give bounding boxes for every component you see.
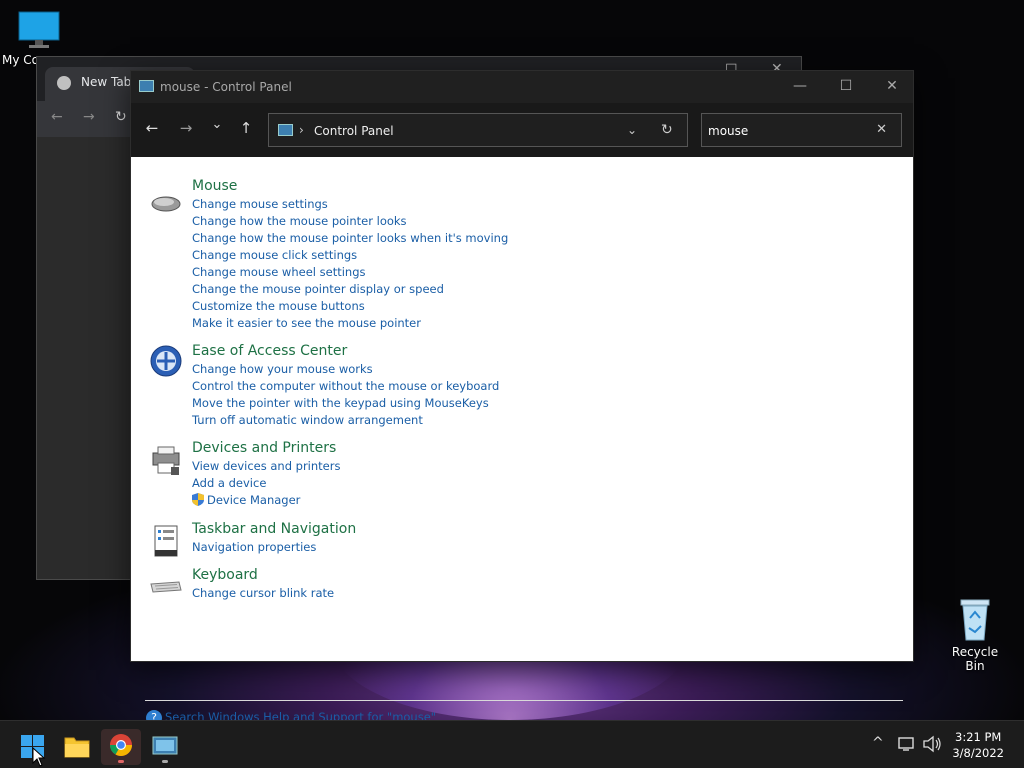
running-indicator: [118, 760, 124, 763]
printer-icon: [152, 446, 180, 475]
group-title[interactable]: Devices and Printers: [192, 440, 336, 456]
group-title[interactable]: Taskbar and Navigation: [192, 521, 356, 537]
result-link[interactable]: Change cursor blink rate: [192, 586, 334, 600]
group-title[interactable]: Ease of Access Center: [192, 343, 347, 359]
result-link[interactable]: Change how the mouse pointer looks: [192, 214, 407, 228]
address-control-panel-icon: [278, 124, 293, 136]
result-link[interactable]: Turn off automatic window arrangement: [192, 413, 423, 427]
breadcrumb-control-panel[interactable]: Control Panel: [314, 124, 394, 138]
taskbar-icon: [154, 525, 178, 557]
close-button[interactable]: ✕: [869, 71, 915, 103]
ease-of-access-icon: [150, 345, 182, 377]
monitor-icon: [18, 11, 60, 48]
recent-locations-button[interactable]: ⌄: [206, 117, 228, 132]
network-icon[interactable]: [898, 736, 916, 752]
taskbar: ^ 3:21 PM 3/8/2022: [0, 720, 1024, 768]
running-indicator: [162, 760, 168, 763]
volume-icon[interactable]: [922, 735, 942, 753]
recycle-bin-icon: [960, 599, 990, 641]
chrome-tab-title: New Tab: [81, 75, 132, 89]
chrome-tab-favicon-icon: [57, 76, 71, 90]
taskbar-chrome[interactable]: [101, 729, 141, 765]
result-link[interactable]: Add a device: [192, 476, 266, 490]
forward-button[interactable]: →: [175, 119, 197, 137]
result-link[interactable]: Change how the mouse pointer looks when …: [192, 231, 508, 245]
minimize-button[interactable]: —: [777, 71, 823, 103]
search-input[interactable]: mouse: [708, 124, 748, 138]
result-link[interactable]: Navigation properties: [192, 540, 316, 554]
result-link-label: Device Manager: [207, 493, 301, 507]
show-hidden-icons-button[interactable]: ^: [872, 735, 884, 751]
divider: [145, 700, 903, 701]
group-title[interactable]: Keyboard: [192, 567, 258, 583]
chrome-back-icon[interactable]: ←: [51, 109, 63, 125]
group-title[interactable]: Mouse: [192, 178, 237, 194]
result-link[interactable]: Control the computer without the mouse o…: [192, 379, 499, 393]
search-results: Mouse Change mouse settings Change how t…: [131, 157, 913, 726]
system-clock[interactable]: 3:21 PM 3/8/2022: [952, 729, 1004, 761]
title-bar: mouse - Control Panel — ☐ ✕: [131, 71, 913, 103]
up-button[interactable]: ↑: [235, 119, 257, 137]
desktop-icon-label: Recycle Bin: [951, 645, 999, 673]
result-link[interactable]: Change how your mouse works: [192, 362, 373, 376]
refresh-button[interactable]: ↻: [661, 122, 673, 138]
chrome-forward-icon[interactable]: →: [83, 109, 95, 125]
breadcrumb-separator: ›: [299, 123, 304, 137]
taskbar-file-explorer[interactable]: [57, 729, 97, 765]
clear-search-button[interactable]: ✕: [876, 122, 887, 137]
result-link[interactable]: View devices and printers: [192, 459, 340, 473]
mouse-icon: [151, 196, 181, 212]
navigation-bar: ← → ⌄ ↑ › Control Panel ⌄ ↻ mouse ✕: [131, 103, 913, 157]
keyboard-icon: [150, 581, 182, 593]
clock-time: 3:21 PM: [955, 730, 1002, 744]
admin-shield-icon: [192, 493, 204, 506]
result-link[interactable]: Change mouse click settings: [192, 248, 357, 262]
result-link[interactable]: Change mouse wheel settings: [192, 265, 366, 279]
taskbar-control-panel[interactable]: [145, 729, 185, 765]
address-dropdown-button[interactable]: ⌄: [627, 123, 637, 137]
result-link[interactable]: Change the mouse pointer display or spee…: [192, 282, 444, 296]
back-button[interactable]: ←: [141, 119, 163, 137]
search-box[interactable]: mouse ✕: [701, 113, 902, 147]
address-bar[interactable]: › Control Panel ⌄ ↻: [268, 113, 688, 147]
chrome-reload-icon[interactable]: ↻: [115, 109, 127, 125]
folder-icon: [64, 737, 90, 758]
result-link[interactable]: Customize the mouse buttons: [192, 299, 365, 313]
result-link[interactable]: Change mouse settings: [192, 197, 328, 211]
result-link[interactable]: Make it easier to see the mouse pointer: [192, 316, 421, 330]
desktop-icon-recycle-bin[interactable]: Recycle Bin: [942, 596, 1008, 673]
control-panel-window[interactable]: mouse - Control Panel — ☐ ✕ ← → ⌄ ↑ › Co…: [130, 70, 914, 726]
maximize-button[interactable]: ☐: [823, 71, 869, 103]
control-panel-icon: [139, 80, 154, 92]
device-manager-link[interactable]: Device Manager: [192, 493, 300, 507]
clock-date: 3/8/2022: [952, 746, 1004, 760]
mouse-cursor-icon: [32, 747, 46, 767]
window-title: mouse - Control Panel: [160, 80, 292, 94]
result-link[interactable]: Move the pointer with the keypad using M…: [192, 396, 489, 410]
